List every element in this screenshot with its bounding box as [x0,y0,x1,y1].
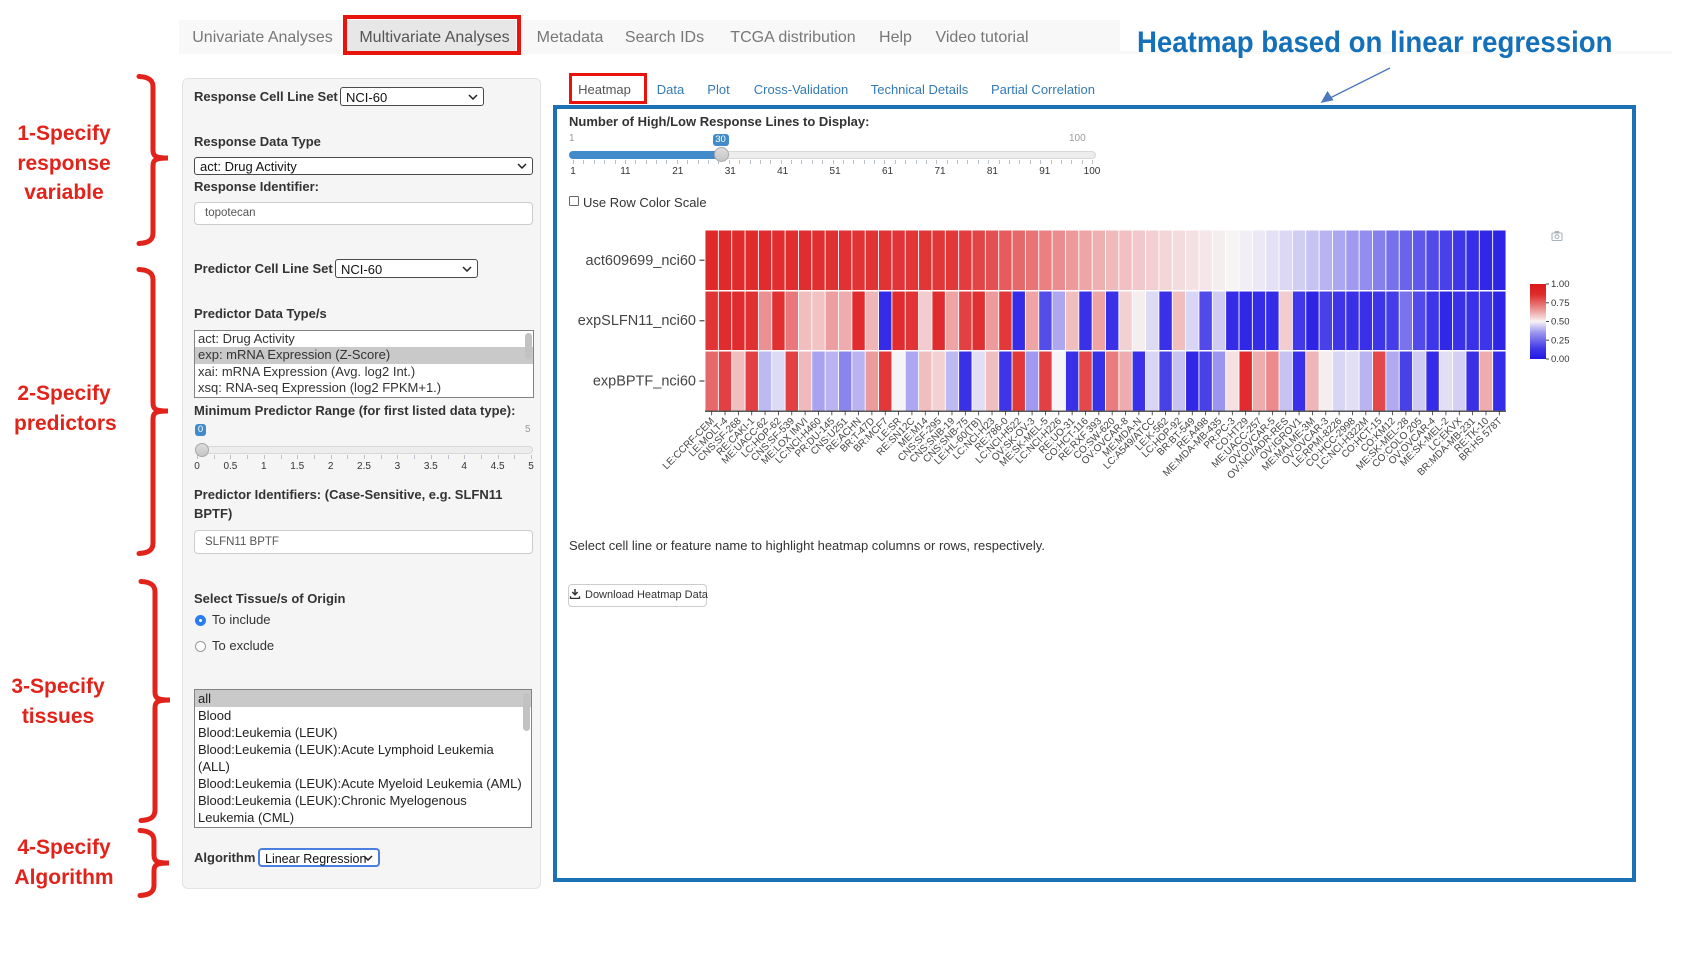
svg-text:expSLFN11_nci60: expSLFN11_nci60 [578,313,696,329]
svg-text:expBPTF_nci60: expBPTF_nci60 [593,374,696,390]
svg-text:0.75: 0.75 [1551,298,1570,309]
svg-text:1.00: 1.00 [1551,279,1570,290]
svg-text:0.50: 0.50 [1551,317,1570,328]
svg-text:act609699_nci60: act609699_nci60 [586,253,696,269]
svg-text:0.25: 0.25 [1551,335,1570,346]
svg-text:0.00: 0.00 [1551,354,1570,365]
